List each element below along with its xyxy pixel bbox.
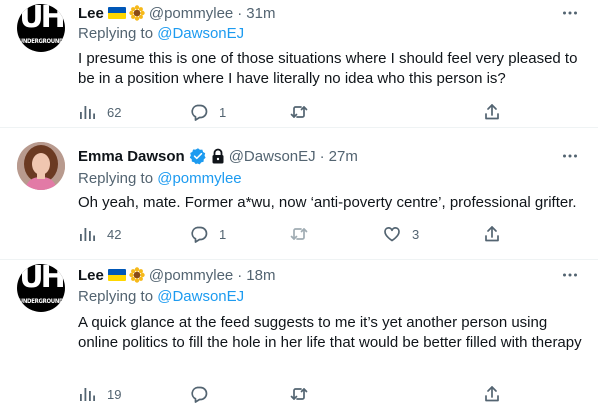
like-button[interactable]: 3	[383, 224, 419, 244]
avatar-logo-text: UH	[19, 4, 65, 35]
display-name[interactable]: Emma Dawson	[78, 148, 185, 165]
ukraine-flag-icon	[107, 7, 126, 19]
avatar-logo-text: UH	[19, 264, 65, 295]
views-icon	[80, 228, 95, 241]
display-name[interactable]: Lee	[78, 267, 104, 284]
views-count: 62	[107, 104, 122, 120]
avatar[interactable]: UH UNDERGROUND	[17, 4, 65, 52]
handle[interactable]: @pommylee	[149, 5, 233, 22]
sunflower-icon	[129, 5, 145, 21]
action-bar: 42 1 3	[78, 224, 518, 244]
separator-dot: ·	[237, 266, 243, 284]
reply-button[interactable]: 1	[190, 224, 226, 244]
reply-icon	[191, 104, 208, 121]
share-icon	[485, 104, 499, 120]
replying-to: Replying to @DawsonEJ	[78, 288, 244, 305]
sunflower-icon	[129, 267, 145, 283]
retweet-icon	[290, 388, 308, 400]
like-count: 3	[412, 226, 420, 242]
replying-to: Replying to @pommylee	[78, 170, 242, 187]
views-button[interactable]: 19	[78, 384, 121, 404]
share-button[interactable]	[483, 224, 501, 244]
avatar[interactable]: UH UNDERGROUND	[17, 264, 65, 312]
share-icon	[485, 386, 499, 402]
tweet-text: Oh yeah, mate. Former a*wu, now ‘anti-po…	[78, 194, 577, 211]
views-count: 42	[107, 226, 122, 242]
reply-icon	[191, 386, 208, 403]
action-bar: 62 1	[78, 102, 518, 122]
mention-link[interactable]: @DawsonEJ	[157, 288, 244, 305]
replying-to-label: Replying to	[78, 170, 158, 187]
more-icon[interactable]	[560, 265, 580, 285]
timestamp[interactable]: 31m	[246, 5, 275, 22]
tweet-text: A quick glance at the feed suggests to m…	[78, 314, 582, 351]
handle[interactable]: @pommylee	[149, 267, 233, 284]
tweet[interactable]: UH UNDERGROUND Lee @pommylee · 31m Reply…	[0, 0, 598, 127]
mention-link[interactable]: @DawsonEJ	[157, 25, 244, 42]
views-count: 19	[107, 386, 122, 402]
avatar[interactable]	[17, 142, 65, 190]
tweet[interactable]: Emma Dawson @DawsonEJ · 27m Replying to …	[0, 128, 598, 259]
views-button[interactable]: 62	[78, 102, 121, 122]
avatar-logo-subtext: UNDERGROUND	[18, 298, 64, 305]
replying-to-label: Replying to	[78, 25, 158, 42]
tweet-text: I presume this is one of those situation…	[78, 50, 578, 87]
verified-badge-icon	[189, 148, 206, 165]
retweet-button[interactable]	[290, 224, 319, 244]
reply-button[interactable]: 1	[190, 102, 226, 122]
mention-link[interactable]: @pommylee	[157, 170, 241, 187]
more-icon[interactable]	[560, 146, 580, 166]
retweet-button[interactable]	[290, 102, 319, 122]
display-name[interactable]: Lee	[78, 5, 104, 22]
ukraine-flag-icon	[107, 269, 126, 281]
like-button[interactable]	[388, 102, 399, 122]
reply-button[interactable]	[190, 384, 219, 404]
tweet-header: Lee @pommylee · 18m	[78, 265, 275, 285]
tweet-header: Emma Dawson @DawsonEJ · 27m	[78, 146, 358, 166]
tweet-header: Lee @pommylee · 31m	[78, 3, 275, 23]
share-button[interactable]	[483, 102, 501, 122]
action-bar: 19	[78, 384, 518, 404]
reply-count: 1	[219, 226, 227, 242]
reply-count: 1	[219, 104, 227, 120]
timestamp[interactable]: 18m	[246, 267, 275, 284]
separator-dot: ·	[319, 147, 325, 165]
views-icon	[80, 388, 95, 401]
reply-icon	[191, 226, 208, 243]
like-button[interactable]	[388, 384, 399, 404]
tweet[interactable]: UH UNDERGROUND Lee @pommylee · 18m Reply…	[0, 260, 598, 415]
views-button[interactable]: 42	[78, 224, 121, 244]
replying-to-label: Replying to	[78, 288, 158, 305]
share-icon	[485, 226, 499, 242]
replying-to: Replying to @DawsonEJ	[78, 25, 244, 42]
retweet-button[interactable]	[290, 384, 319, 404]
more-icon[interactable]	[560, 3, 580, 23]
handle[interactable]: @DawsonEJ	[229, 148, 316, 165]
separator-dot: ·	[237, 4, 243, 22]
retweet-icon	[290, 106, 308, 118]
timestamp[interactable]: 27m	[329, 148, 358, 165]
views-icon	[80, 106, 95, 119]
like-icon	[384, 227, 400, 242]
lock-icon	[212, 148, 224, 164]
share-button[interactable]	[483, 384, 501, 404]
avatar-logo-subtext: UNDERGROUND	[18, 38, 64, 45]
retweet-icon	[290, 228, 308, 240]
avatar-photo	[17, 142, 65, 190]
